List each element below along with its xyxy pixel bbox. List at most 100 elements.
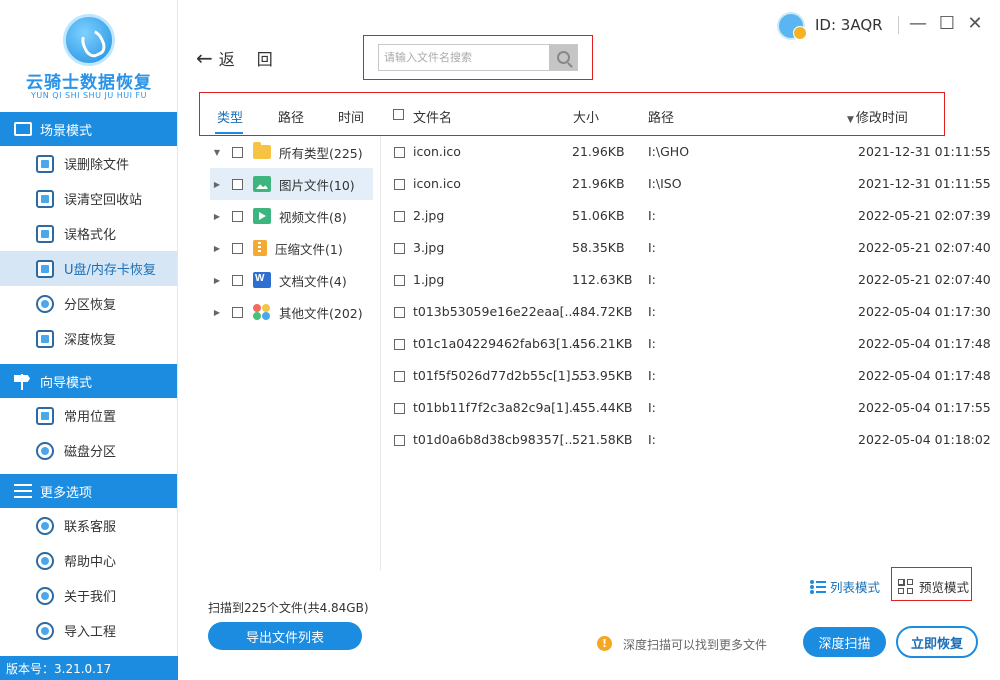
file-row[interactable]: t01f5f5026d77d2b55c[1]... 553.95KB I: 20… [385,360,995,392]
file-row[interactable]: t01bb11f7f2c3a82c9a[1]... 455.44KB I: 20… [385,392,995,424]
card-icon [14,122,32,136]
app-logo-title: 云骑士数据恢复 [26,73,152,93]
column-header-modified[interactable]: ▼ 修改时间 [847,107,908,126]
tab-path[interactable]: 路径 [278,107,304,126]
deep-scan-button[interactable]: 深度扫描 [803,627,886,657]
column-header-modified-label: 修改时间 [855,111,908,126]
file-modified: 2022-05-04 01:18:02 [858,432,991,447]
nav-item-help-center[interactable]: 帮助中心 [0,543,177,578]
minimize-button[interactable]: — [908,14,928,34]
signpost-icon [14,374,32,390]
tree-checkbox[interactable] [232,146,243,158]
user-id: ID: 3AQR [815,16,883,34]
deep-recovery-icon [36,329,54,348]
nav-item-label: 关于我们 [64,590,117,605]
tree-item-archives[interactable]: ▶ 压缩文件(1) [210,232,373,264]
version-label: 版本号：3.21.0.17 [0,656,178,680]
nav-item-partition-recovery[interactable]: 分区恢复 [0,286,177,321]
nav-item-label: U盘/内存卡恢复 [64,263,156,278]
select-all-checkbox[interactable] [393,107,404,122]
tree-item-label: 压缩文件(1) [275,241,343,257]
nav-item-about-us[interactable]: 关于我们 [0,578,177,613]
nav-item-recycle-bin[interactable]: 误清空回收站 [0,181,177,216]
back-button[interactable]: ← 返回 [196,46,295,70]
file-modified: 2022-05-04 01:17:48 [858,368,991,383]
maximize-button[interactable]: ☐ [937,14,957,34]
nav-item-label: 导入工程 [64,625,117,640]
nav-item-usb-card-recovery[interactable]: U盘/内存卡恢复 [0,251,177,286]
collapse-arrow-icon[interactable]: ▼ [210,148,224,157]
file-checkbox[interactable] [394,272,405,287]
expand-arrow-icon[interactable]: ▶ [210,212,224,221]
nav-item-disk-partition[interactable]: 磁盘分区 [0,433,177,468]
file-row[interactable]: t01c1a04229462fab63[1... 456.21KB I: 202… [385,328,995,360]
preview-mode-label: 预览模式 [919,580,970,595]
file-size: 455.44KB [572,400,633,415]
list-mode-label: 列表模式 [830,580,881,595]
nav-item-deep-recovery[interactable]: 深度恢复 [0,321,177,356]
section-title: 更多选项 [40,485,93,501]
file-checkbox[interactable] [394,400,405,415]
file-row[interactable]: t01d0a6b8d38cb98357[... 521.58KB I: 2022… [385,424,995,456]
close-button[interactable]: ✕ [965,14,985,34]
tree-item-label: 文档文件(4) [279,273,347,289]
tab-type[interactable]: 类型 [217,107,243,126]
tree-checkbox[interactable] [232,306,243,318]
expand-arrow-icon[interactable]: ▶ [210,180,224,189]
tree-checkbox[interactable] [232,242,243,254]
file-row[interactable]: 2.jpg 51.06KB I: 2022-05-21 02:07:39 [385,200,995,232]
file-checkbox[interactable] [394,176,405,191]
list-mode-button[interactable]: 列表模式 [810,577,880,596]
tree-item-documents[interactable]: ▶ 文档文件(4) [210,264,373,296]
recover-now-button[interactable]: 立即恢复 [896,626,978,658]
expand-arrow-icon[interactable]: ▶ [210,244,224,253]
tab-time[interactable]: 时间 [338,107,364,126]
file-name: t01f5f5026d77d2b55c[1]... [413,368,583,383]
file-modified: 2022-05-21 02:07:40 [858,240,991,255]
file-row[interactable]: 3.jpg 58.35KB I: 2022-05-21 02:07:40 [385,232,995,264]
nav-item-label: 磁盘分区 [64,445,117,460]
nav-item-common-location[interactable]: 常用位置 [0,398,177,433]
file-checkbox[interactable] [394,432,405,447]
file-path: I: [648,432,656,447]
nav-item-deleted-files[interactable]: 误删除文件 [0,146,177,181]
nav-item-label: 联系客服 [64,520,117,535]
column-header-name[interactable]: 文件名 [413,107,452,126]
file-name: icon.ico [413,176,461,191]
tree-checkbox[interactable] [232,210,243,222]
tree-item-videos[interactable]: ▶ 视频文件(8) [210,200,373,232]
file-checkbox[interactable] [394,240,405,255]
tree-item-label: 其他文件(202) [279,305,363,321]
search-input[interactable] [379,45,551,70]
user-avatar-icon[interactable] [777,12,807,40]
tree-item-all-types[interactable]: ▼ 所有类型(225) [210,136,373,168]
tree-item-other[interactable]: ▶ 其他文件(202) [210,296,373,328]
file-row[interactable]: t013b53059e16e22eaa[... 484.72KB I: 2022… [385,296,995,328]
tree-item-label: 图片文件(10) [279,177,355,193]
search-box [378,44,578,71]
file-row[interactable]: icon.ico 21.96KB I:\ISO 2021-12-31 01:11… [385,168,995,200]
file-checkbox[interactable] [394,368,405,383]
scan-summary: 扫描到225个文件(共4.84GB) [208,601,369,615]
nav-item-import-project[interactable]: 导入工程 [0,613,177,648]
nav-item-customer-service[interactable]: 联系客服 [0,508,177,543]
file-checkbox[interactable] [394,336,405,351]
tree-checkbox[interactable] [232,274,243,286]
column-header-path[interactable]: 路径 [648,107,674,126]
file-checkbox[interactable] [394,208,405,223]
file-row[interactable]: 1.jpg 112.63KB I: 2022-05-21 02:07:40 [385,264,995,296]
file-checkbox[interactable] [394,144,405,159]
app-logo-subtitle: YUN QI SHI SHU JU HUI FU [31,91,147,100]
nav-item-format[interactable]: 误格式化 [0,216,177,251]
export-file-list-button[interactable]: 导出文件列表 [208,622,362,650]
expand-arrow-icon[interactable]: ▶ [210,308,224,317]
tree-checkbox[interactable] [232,178,243,190]
file-row[interactable]: icon.ico 21.96KB I:\GHO 2021-12-31 01:11… [385,136,995,168]
grid-view-icon [898,578,914,595]
preview-mode-button[interactable]: 预览模式 [898,577,969,596]
expand-arrow-icon[interactable]: ▶ [210,276,224,285]
search-button[interactable] [549,45,577,70]
column-header-size[interactable]: 大小 [573,107,599,126]
file-checkbox[interactable] [394,304,405,319]
tree-item-images[interactable]: ▶ 图片文件(10) [210,168,373,200]
